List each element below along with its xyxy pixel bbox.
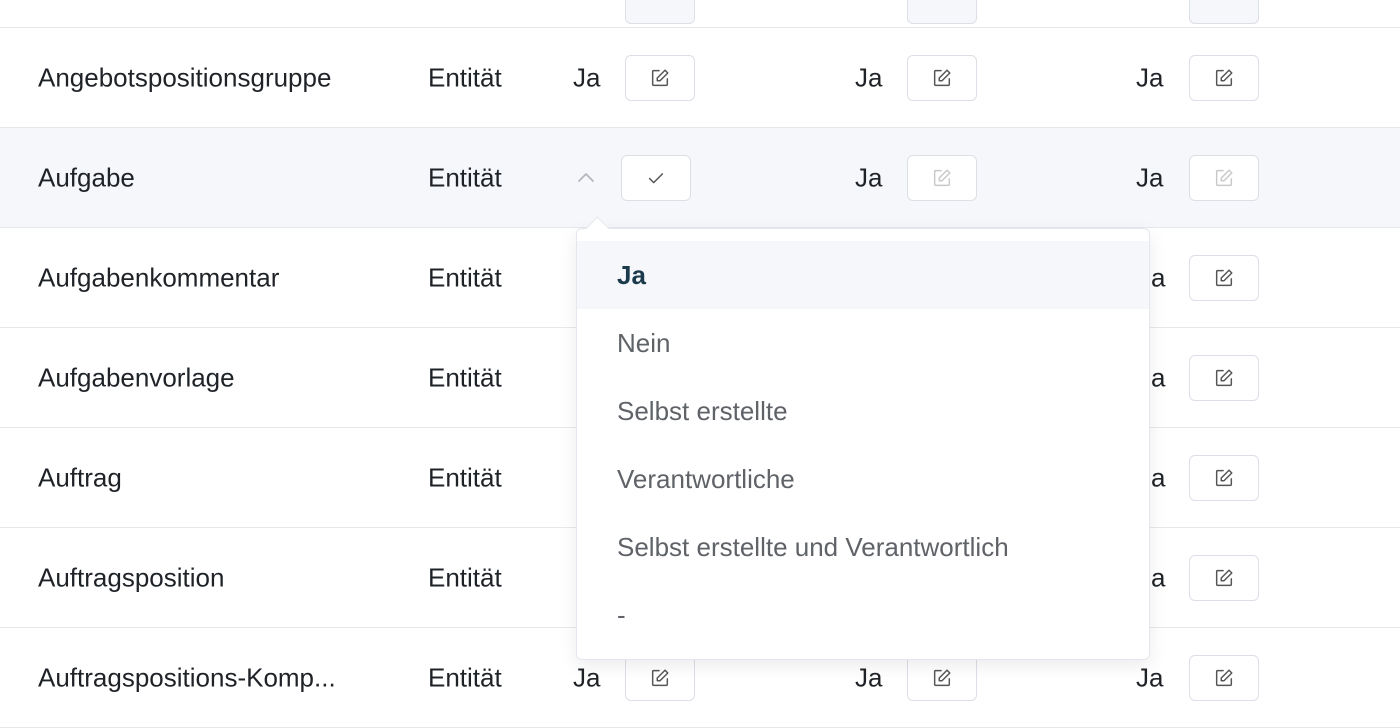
- dropdown-option-ja[interactable]: Ja: [577, 241, 1149, 309]
- permission-value: a: [1151, 262, 1166, 292]
- table-row: [0, 0, 1400, 28]
- edit-icon: [933, 668, 951, 686]
- edit-button[interactable]: [907, 54, 977, 101]
- edit-button[interactable]: [1189, 354, 1259, 401]
- entity-name: Aufgabenkommentar: [38, 262, 280, 292]
- entity-type: Entität: [428, 662, 502, 692]
- edit-button[interactable]: [625, 654, 695, 701]
- table-row-active: Aufgabe Entität Ja Ja: [0, 128, 1400, 228]
- permission-value: Ja: [855, 662, 883, 692]
- edit-icon: [1215, 68, 1233, 86]
- edit-button[interactable]: [907, 654, 977, 701]
- edit-button[interactable]: [1189, 454, 1259, 501]
- confirm-button[interactable]: [621, 154, 691, 201]
- dropdown-option-nein[interactable]: Nein: [577, 309, 1149, 377]
- chevron-up-icon[interactable]: [574, 166, 598, 190]
- edit-icon: [1215, 268, 1233, 286]
- permission-value: Ja: [1136, 62, 1164, 92]
- edit-button[interactable]: [1189, 154, 1259, 201]
- permissions-table: Angebotspositionsgruppe Entität Ja Ja Ja…: [0, 0, 1400, 728]
- entity-name: Aufgabenvorlage: [38, 362, 235, 392]
- edit-button[interactable]: [625, 0, 695, 24]
- permission-value: a: [1151, 362, 1166, 392]
- edit-icon: [1215, 168, 1233, 186]
- entity-type: Entität: [428, 362, 502, 392]
- edit-icon: [933, 68, 951, 86]
- permission-value: Ja: [573, 662, 601, 692]
- edit-icon: [651, 668, 669, 686]
- edit-icon: [1215, 368, 1233, 386]
- entity-type: Entität: [428, 562, 502, 592]
- edit-button[interactable]: [1189, 0, 1259, 24]
- entity-type: Entität: [428, 462, 502, 492]
- entity-type: Entität: [428, 262, 502, 292]
- edit-button[interactable]: [907, 0, 977, 24]
- table-row: Angebotspositionsgruppe Entität Ja Ja Ja: [0, 28, 1400, 128]
- entity-name: Angebotspositionsgruppe: [38, 62, 332, 92]
- permission-value: a: [1151, 462, 1166, 492]
- permission-value: Ja: [855, 162, 883, 192]
- edit-icon: [1215, 668, 1233, 686]
- entity-name: Auftragspositions-Komp...: [38, 662, 336, 692]
- dropdown-option-verantwortliche[interactable]: Verantwortliche: [577, 445, 1149, 513]
- permission-value: Ja: [855, 62, 883, 92]
- dropdown-option-selbst-erstellte-und-verantwortlich[interactable]: Selbst erstellte und Verantwortlich: [577, 513, 1149, 581]
- entity-name: Auftragsposition: [38, 562, 225, 592]
- edit-button[interactable]: [907, 154, 977, 201]
- permission-dropdown: Ja Nein Selbst erstellte Verantwortliche…: [576, 216, 1150, 660]
- permission-value: Ja: [573, 62, 601, 92]
- edit-button[interactable]: [625, 54, 695, 101]
- edit-button[interactable]: [1189, 54, 1259, 101]
- edit-icon: [1215, 568, 1233, 586]
- check-icon: [648, 172, 664, 183]
- edit-icon: [651, 68, 669, 86]
- edit-icon: [1215, 468, 1233, 486]
- entity-type: Entität: [428, 62, 502, 92]
- edit-button[interactable]: [1189, 554, 1259, 601]
- permission-value: a: [1151, 562, 1166, 592]
- edit-button[interactable]: [1189, 254, 1259, 301]
- permission-value: Ja: [1136, 662, 1164, 692]
- dropdown-option-none[interactable]: -: [577, 581, 1149, 649]
- edit-icon: [933, 168, 951, 186]
- entity-name: Auftrag: [38, 462, 122, 492]
- dropdown-option-selbst-erstellte[interactable]: Selbst erstellte: [577, 377, 1149, 445]
- edit-button[interactable]: [1189, 654, 1259, 701]
- entity-type: Entität: [428, 162, 502, 192]
- permission-value: Ja: [1136, 162, 1164, 192]
- entity-name: Aufgabe: [38, 162, 135, 192]
